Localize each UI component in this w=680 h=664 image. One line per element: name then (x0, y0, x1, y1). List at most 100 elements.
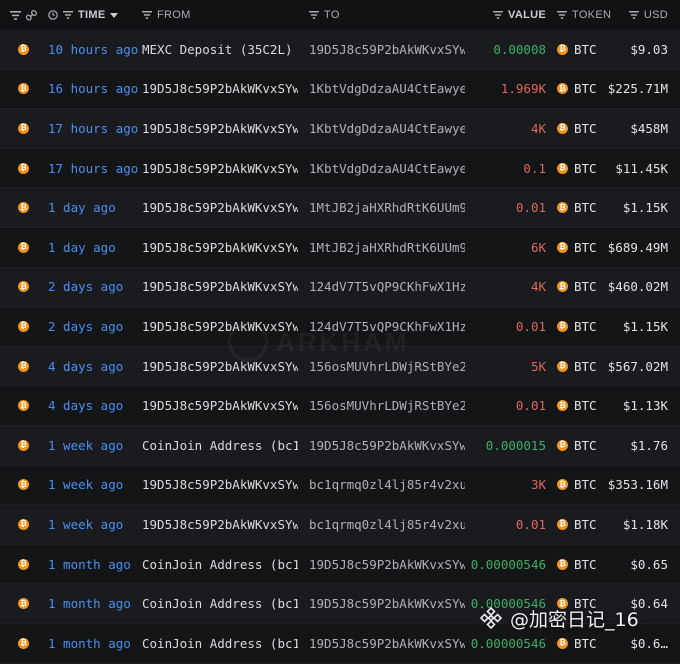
btc-icon: ₿ (557, 320, 568, 332)
sort-desc-icon[interactable] (110, 12, 119, 18)
token-column-header[interactable]: TOKEN (557, 0, 617, 30)
filter-icon[interactable] (628, 11, 639, 19)
to-address[interactable]: 1KbtVdgDdzaAU4CtEawye… (309, 70, 465, 109)
table-row[interactable]: ₿ 16 hours ago 19D5J8c59P2bAkWKvxSYw… 1K… (0, 70, 680, 110)
table-row[interactable]: ₿ 1 day ago 19D5J8c59P2bAkWKvxSYw… 1MtJB… (0, 228, 680, 268)
time-link[interactable]: 17 hours ago (48, 109, 140, 148)
time-link[interactable]: 10 hours ago (48, 30, 140, 69)
btc-icon: ₿ (557, 83, 568, 95)
time-link[interactable]: 1 week ago (48, 426, 140, 465)
from-address[interactable]: CoinJoin Address (bc1… (142, 624, 298, 663)
from-column-header[interactable]: FROM (142, 0, 262, 30)
usd-amount: $1.18K (622, 516, 668, 532)
table-row[interactable]: ₿ 1 week ago 19D5J8c59P2bAkWKvxSYw… bc1q… (0, 466, 680, 506)
from-address[interactable]: 19D5J8c59P2bAkWKvxSYw… (142, 149, 298, 188)
table-row[interactable]: ₿ 10 hours ago MEXC Deposit (35C2L) 19D5… (0, 30, 680, 70)
filter-icon[interactable] (142, 11, 152, 19)
btc-chain-icon: ₿ (18, 268, 32, 307)
from-address[interactable]: CoinJoin Address (bc1… (142, 545, 298, 584)
time-link[interactable]: 1 month ago (48, 624, 140, 663)
usd-amount: $353.16M (607, 477, 668, 493)
table-row[interactable]: ₿ 17 hours ago 19D5J8c59P2bAkWKvxSYw… 1K… (0, 149, 680, 189)
to-address[interactable]: 19D5J8c59P2bAkWKvxSYw… (309, 584, 465, 623)
value-amount: 4K (530, 279, 546, 295)
table-row[interactable]: ₿ 1 week ago CoinJoin Address (bc1… 19D5… (0, 425, 680, 466)
link-icon[interactable] (26, 9, 37, 21)
btc-chain-icon: ₿ (18, 545, 32, 584)
time-link[interactable]: 1 month ago (48, 545, 140, 584)
table-row[interactable]: ₿ 1 week ago 19D5J8c59P2bAkWKvxSYw… bc1q… (0, 505, 680, 545)
from-address[interactable]: 19D5J8c59P2bAkWKvxSYw… (142, 466, 298, 505)
usd-amount: $0.65 (630, 556, 668, 572)
btc-icon: ₿ (557, 479, 568, 491)
to-address[interactable]: 124dV7T5vQP9CKhFwX1Hz… (309, 268, 465, 307)
from-address[interactable]: 19D5J8c59P2bAkWKvxSYw… (142, 109, 298, 148)
table-row[interactable]: ₿ 17 hours ago 19D5J8c59P2bAkWKvxSYw… 1K… (0, 109, 680, 149)
table-row[interactable]: ₿ 1 day ago 19D5J8c59P2bAkWKvxSYw… 1MtJB… (0, 188, 680, 228)
value-header-label: VALUE (508, 9, 546, 21)
from-address[interactable]: 19D5J8c59P2bAkWKvxSYw… (142, 386, 298, 425)
value-amount: 6K (530, 239, 546, 255)
btc-chain-icon: ₿ (18, 466, 32, 505)
time-link[interactable]: 4 days ago (48, 386, 140, 425)
to-address[interactable]: 19D5J8c59P2bAkWKvxSYw… (309, 30, 465, 69)
btc-chain-icon: ₿ (18, 386, 32, 425)
filter-icon[interactable] (493, 11, 504, 19)
btc-icon: ₿ (557, 518, 568, 530)
time-link[interactable]: 1 month ago (48, 584, 140, 623)
token-label: BTC (574, 556, 597, 572)
to-address[interactable]: bc1qrmq0zl4lj85r4v2xu… (309, 505, 465, 544)
from-address[interactable]: 19D5J8c59P2bAkWKvxSYw… (142, 505, 298, 544)
from-address[interactable]: CoinJoin Address (bc1… (142, 584, 298, 623)
filter-icon[interactable] (63, 11, 73, 19)
to-address[interactable]: 1MtJB2jaHXRhdRtK6UUm9… (309, 188, 465, 227)
token-label: BTC (574, 437, 597, 453)
btc-icon: ₿ (557, 400, 568, 412)
from-address[interactable]: 19D5J8c59P2bAkWKvxSYw… (142, 188, 298, 227)
time-link[interactable]: 4 days ago (48, 347, 140, 386)
filter-icon[interactable] (557, 11, 567, 19)
to-address[interactable]: bc1qrmq0zl4lj85r4v2xu… (309, 466, 465, 505)
from-address[interactable]: 19D5J8c59P2bAkWKvxSYw… (142, 228, 298, 267)
usd-amount: $1.15K (622, 200, 668, 216)
to-column-header[interactable]: TO (309, 0, 429, 30)
time-link[interactable]: 1 week ago (48, 505, 140, 544)
time-link[interactable]: 1 week ago (48, 466, 140, 505)
from-address[interactable]: 19D5J8c59P2bAkWKvxSYw… (142, 70, 298, 109)
time-link[interactable]: 2 days ago (48, 268, 140, 307)
usd-amount: $225.71M (607, 81, 668, 97)
value-amount: 0.000015 (485, 437, 546, 453)
to-address[interactable]: 19D5J8c59P2bAkWKvxSYw… (309, 624, 465, 663)
to-address[interactable]: 156osMUVhrLDWjRStBYe2… (309, 386, 465, 425)
time-link[interactable]: 17 hours ago (48, 149, 140, 188)
table-row[interactable]: ₿ 2 days ago 19D5J8c59P2bAkWKvxSYw… 124d… (0, 267, 680, 308)
usd-column-header[interactable]: USD (620, 0, 668, 30)
to-address[interactable]: 1KbtVdgDdzaAU4CtEawye… (309, 109, 465, 148)
table-row[interactable]: ₿ 4 days ago 19D5J8c59P2bAkWKvxSYw… 156o… (0, 386, 680, 426)
time-column-header[interactable]: TIME (48, 0, 138, 30)
filter-icon[interactable] (309, 11, 319, 19)
to-address[interactable]: 19D5J8c59P2bAkWKvxSYw… (309, 426, 465, 465)
from-address[interactable]: 19D5J8c59P2bAkWKvxSYw… (142, 268, 298, 307)
token-label: BTC (574, 239, 597, 255)
time-link[interactable]: 2 days ago (48, 307, 140, 346)
value-amount: 5K (530, 358, 546, 374)
time-link[interactable]: 1 day ago (48, 188, 140, 227)
from-address[interactable]: MEXC Deposit (35C2L) (142, 30, 298, 69)
to-address[interactable]: 1KbtVdgDdzaAU4CtEawye… (309, 149, 465, 188)
arkham-background-watermark: ARKHAM (228, 322, 410, 362)
to-address[interactable]: 1MtJB2jaHXRhdRtK6UUm9… (309, 228, 465, 267)
token-label: BTC (574, 41, 597, 57)
filter-icon[interactable] (10, 10, 21, 20)
table-row[interactable]: ₿ 1 month ago CoinJoin Address (bc1… 19D… (0, 545, 680, 585)
time-link[interactable]: 16 hours ago (48, 70, 140, 109)
btc-chain-icon: ₿ (18, 149, 32, 188)
to-address[interactable]: 19D5J8c59P2bAkWKvxSYw… (309, 545, 465, 584)
usd-amount: $1.13K (622, 398, 668, 414)
from-address[interactable]: CoinJoin Address (bc1… (142, 426, 298, 465)
value-column-header[interactable]: VALUE (476, 0, 546, 30)
btc-icon: ₿ (557, 558, 568, 570)
token-label: BTC (574, 516, 597, 532)
arkham-watermark-label: ARKHAM (276, 326, 410, 357)
time-link[interactable]: 1 day ago (48, 228, 140, 267)
